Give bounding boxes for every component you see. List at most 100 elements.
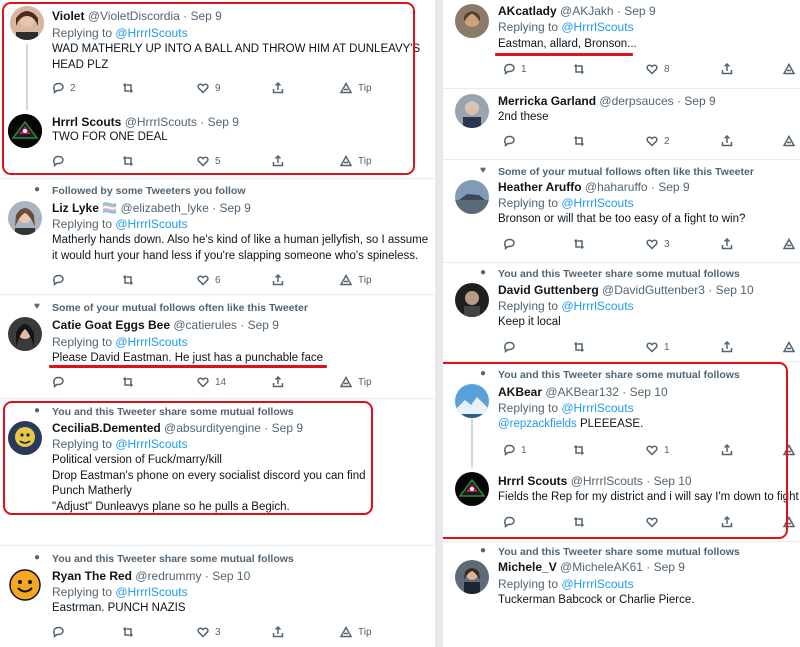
avatar[interactable]	[455, 180, 489, 214]
replying-to-link[interactable]: @HrrrlScouts	[115, 335, 187, 349]
display-name[interactable]: Violet	[52, 9, 84, 23]
like-button[interactable]: 8	[646, 62, 670, 76]
display-name[interactable]: David Guttenberg	[498, 283, 599, 297]
timestamp[interactable]: · Sep 10	[622, 385, 667, 399]
timestamp[interactable]: · Sep 9	[212, 201, 251, 215]
like-button[interactable]: 3	[197, 625, 221, 639]
share-button[interactable]	[721, 237, 733, 251]
handle[interactable]: @HrrrlScouts	[571, 474, 643, 488]
share-button[interactable]	[272, 154, 284, 168]
replying-to-link[interactable]: @HrrrlScouts	[115, 217, 187, 231]
avatar[interactable]	[455, 283, 489, 317]
like-button[interactable]: 6	[197, 273, 221, 287]
avatar[interactable]	[10, 6, 44, 40]
retweet-button[interactable]	[573, 134, 585, 148]
reply-button[interactable]	[503, 515, 515, 529]
like-button[interactable]: 9	[197, 81, 221, 95]
avatar[interactable]	[8, 317, 42, 351]
share-button[interactable]	[272, 375, 284, 389]
share-button[interactable]	[721, 515, 733, 529]
tweet-cecilia[interactable]: ● You and this Tweeter share some mutual …	[0, 399, 435, 544]
tweet-akbear[interactable]: ● You and this Tweeter share some mutual …	[443, 362, 800, 466]
handle[interactable]: @HrrrlScouts	[125, 115, 197, 129]
tweet-catie[interactable]: ♥ Some of your mutual follows often like …	[0, 295, 435, 398]
display-name[interactable]: AKBear	[498, 385, 542, 399]
tweet-liz-lyke[interactable]: ● Followed by some Tweeters you follow Li…	[0, 179, 435, 293]
share-button[interactable]	[272, 625, 284, 639]
tweet-ryan-the-red[interactable]: ● You and this Tweeter share some mutual …	[0, 546, 435, 647]
share-button[interactable]	[272, 81, 284, 95]
display-name[interactable]: Michele_V	[498, 560, 557, 574]
handle[interactable]: @AKJakh	[560, 4, 614, 18]
share-button[interactable]	[721, 443, 733, 457]
avatar[interactable]	[455, 560, 489, 594]
tip-button[interactable]: Tip	[340, 375, 372, 389]
handle[interactable]: @VioletDiscordia	[88, 9, 180, 23]
avatar[interactable]	[8, 114, 42, 148]
timestamp[interactable]: · Sep 9	[617, 4, 656, 18]
handle[interactable]: @absurdityengine	[164, 421, 261, 435]
retweet-button[interactable]	[573, 62, 585, 76]
tip-button[interactable]	[783, 515, 795, 529]
like-button[interactable]: 14	[197, 375, 226, 389]
tweet-akcatlady[interactable]: AKcatlady @AKJakh · Sep 9 Replying to @H…	[443, 0, 800, 88]
like-button[interactable]: 5	[197, 154, 221, 168]
retweet-button[interactable]	[122, 273, 134, 287]
tip-button[interactable]	[783, 62, 795, 76]
reply-button[interactable]	[52, 375, 64, 389]
timestamp[interactable]: · Sep 9	[677, 94, 716, 108]
like-button[interactable]: 2	[646, 134, 670, 148]
avatar[interactable]	[8, 421, 42, 455]
retweet-button[interactable]	[573, 515, 585, 529]
tweet-violet[interactable]: Violet @VioletDiscordia · Sep 9 Replying…	[0, 0, 435, 112]
replying-to-link[interactable]: @HrrrlScouts	[115, 437, 187, 451]
replying-to-link[interactable]: @HrrrlScouts	[561, 299, 633, 313]
reply-button[interactable]	[52, 154, 64, 168]
display-name[interactable]: Ryan The Red	[52, 569, 132, 583]
replying-to-link[interactable]: @HrrrlScouts	[561, 401, 633, 415]
reply-button[interactable]	[503, 134, 515, 148]
timestamp[interactable]: · Sep 9	[646, 560, 685, 574]
replying-to-link[interactable]: @HrrrlScouts	[561, 196, 633, 210]
display-name[interactable]: Hrrrl Scouts	[52, 115, 121, 129]
avatar[interactable]	[455, 384, 489, 418]
tweet-hrrrl-scouts[interactable]: Hrrrl Scouts @HrrrlScouts · Sep 9 TWO FO…	[0, 108, 435, 178]
retweet-button[interactable]	[573, 443, 585, 457]
display-name[interactable]: Heather Aruffo	[498, 180, 582, 194]
reply-button[interactable]: 2	[52, 81, 76, 95]
tip-button[interactable]: Tip	[340, 154, 372, 168]
display-name[interactable]: CeciliaB.Demented	[52, 421, 161, 435]
avatar[interactable]	[455, 94, 489, 128]
tweet-david-guttenberg[interactable]: ● You and this Tweeter share some mutual …	[443, 263, 800, 361]
tweet-heather-aruffo[interactable]: ♥ Some of your mutual follows often like …	[443, 160, 800, 260]
reply-button[interactable]	[52, 273, 64, 287]
replying-to-link[interactable]: @HrrrlScouts	[561, 577, 633, 591]
retweet-button[interactable]	[573, 340, 585, 354]
reply-button[interactable]	[503, 237, 515, 251]
avatar[interactable]	[455, 472, 489, 506]
timestamp[interactable]: · Sep 9	[264, 421, 303, 435]
tweet-michele-v[interactable]: ● You and this Tweeter share some mutual …	[443, 542, 800, 647]
like-button[interactable]: 3	[646, 237, 670, 251]
tip-button[interactable]	[783, 237, 795, 251]
handle[interactable]: @MicheleAK61	[560, 560, 643, 574]
timestamp[interactable]: · Sep 9	[183, 9, 222, 23]
share-button[interactable]	[721, 340, 733, 354]
retweet-button[interactable]	[122, 81, 134, 95]
tip-button[interactable]	[783, 340, 795, 354]
mention-link[interactable]: @repzackfields	[498, 418, 577, 430]
share-button[interactable]	[272, 273, 284, 287]
like-button[interactable]: 1	[646, 443, 670, 457]
display-name[interactable]: AKcatlady	[498, 4, 557, 18]
tip-button[interactable]	[783, 134, 795, 148]
timestamp[interactable]: · Sep 9	[240, 318, 279, 332]
tip-button[interactable]: Tip	[340, 273, 372, 287]
timestamp[interactable]: · Sep 10	[708, 283, 753, 297]
reply-button[interactable]	[503, 340, 515, 354]
retweet-button[interactable]	[122, 625, 134, 639]
tweet-hrrrl-scouts-reply[interactable]: Hrrrl Scouts @HrrrlScouts · Sep 10 Field…	[443, 466, 800, 540]
reply-button[interactable]: 1	[503, 62, 527, 76]
like-button[interactable]: 1	[646, 340, 670, 354]
timestamp[interactable]: · Sep 9	[651, 180, 690, 194]
handle[interactable]: @DavidGuttenber3	[602, 283, 705, 297]
